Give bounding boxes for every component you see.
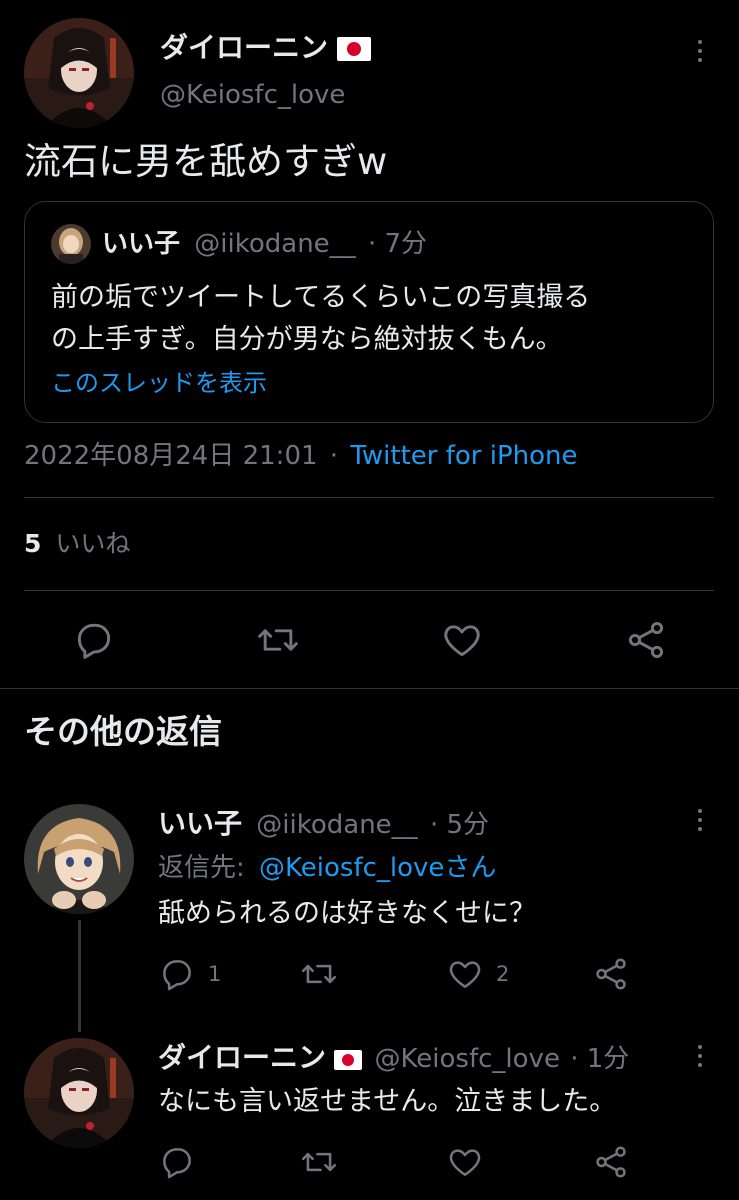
quoted-text-line-1: 前の垢でツイートしてるくらいこの写真撮る bbox=[51, 282, 591, 313]
reply-icon bbox=[77, 623, 111, 659]
reply-icon bbox=[163, 960, 191, 991]
author-display-name[interactable]: ダイローニン bbox=[160, 31, 328, 64]
reply-button[interactable] bbox=[158, 1142, 208, 1182]
quoted-author-avatar bbox=[51, 224, 91, 264]
section-separator bbox=[0, 688, 739, 689]
japan-flag-icon bbox=[336, 37, 371, 61]
retweet-button[interactable] bbox=[300, 1142, 350, 1182]
reply-display-name[interactable]: いい子 bbox=[158, 807, 242, 840]
share-button[interactable] bbox=[592, 1142, 630, 1182]
quoted-text-line-2: の上手すぎ。自分が男なら絶対抜くもん。 bbox=[51, 324, 563, 355]
reply-text: 舐められるのは好きなくせに？ bbox=[158, 898, 536, 929]
reply-handle[interactable]: @Keiosfc_love bbox=[375, 1044, 560, 1074]
reply-count: 1 bbox=[208, 962, 222, 986]
reply-time[interactable]: · 1分 bbox=[570, 1044, 629, 1074]
reply-header: ダイローニン @Keiosfc_love · 1分 bbox=[158, 1040, 629, 1077]
likes-count: 5 bbox=[24, 529, 42, 558]
author-handle[interactable]: @Keiosfc_love bbox=[160, 78, 345, 112]
more-icon[interactable] bbox=[688, 800, 712, 840]
share-button[interactable] bbox=[624, 618, 668, 662]
tweet-meta: 2022年08月24日 21:01 · Twitter for iPhone bbox=[24, 438, 578, 474]
share-icon bbox=[596, 958, 626, 990]
share-icon bbox=[596, 1146, 626, 1178]
quoted-handle: @iikodane__ bbox=[194, 229, 356, 259]
heart-icon bbox=[444, 625, 480, 657]
like-button[interactable] bbox=[440, 618, 484, 662]
author-avatar[interactable] bbox=[24, 18, 134, 128]
more-icon[interactable] bbox=[688, 1036, 712, 1076]
reply-header: いい子 @iikodane__ · 5分 bbox=[158, 806, 489, 843]
divider bbox=[24, 497, 714, 498]
other-replies-heading: その他の返信 bbox=[24, 712, 222, 751]
reply-icon bbox=[163, 1148, 191, 1179]
reply-avatar[interactable] bbox=[24, 1038, 134, 1148]
reply-text: なにも言い返せません。泣きました。 bbox=[158, 1086, 617, 1117]
share-icon bbox=[628, 622, 664, 658]
retweet-icon bbox=[301, 1152, 337, 1172]
tweet-source[interactable]: Twitter for iPhone bbox=[350, 441, 577, 471]
reply-to-label: 返信先: bbox=[158, 853, 245, 883]
meta-separator: · bbox=[329, 441, 339, 471]
quoted-header: いい子 @iikodane__ · 7分 bbox=[102, 227, 427, 261]
reply-time[interactable]: · 5分 bbox=[430, 810, 489, 840]
reply-button[interactable] bbox=[72, 618, 116, 662]
reply-to-line: 返信先: @Keiosfc_loveさん bbox=[158, 850, 496, 886]
divider bbox=[24, 590, 714, 591]
retweet-button[interactable] bbox=[300, 954, 350, 994]
reply-to-handle[interactable]: @Keiosfc_loveさん bbox=[259, 853, 496, 883]
likes-label: いいね bbox=[55, 529, 131, 558]
share-button[interactable] bbox=[592, 954, 630, 994]
retweet-button[interactable] bbox=[256, 618, 300, 662]
retweet-icon bbox=[258, 629, 298, 651]
heart-icon bbox=[449, 1149, 481, 1176]
tweet-text: 流石に男を舐めすぎw bbox=[24, 140, 388, 183]
like-button[interactable] bbox=[446, 1142, 496, 1182]
quoted-time: · 7分 bbox=[367, 229, 428, 259]
reply-display-name[interactable]: ダイローニン bbox=[158, 1041, 326, 1074]
like-button[interactable]: 2 bbox=[446, 954, 509, 994]
author-name-row[interactable]: ダイローニン bbox=[160, 30, 371, 66]
more-icon[interactable] bbox=[688, 31, 712, 71]
show-thread-link[interactable]: このスレッドを表示 bbox=[51, 367, 267, 399]
reply-handle[interactable]: @iikodane__ bbox=[256, 810, 417, 840]
like-count: 2 bbox=[496, 962, 510, 986]
reply-thread-line bbox=[78, 920, 81, 1032]
japan-flag-icon bbox=[334, 1049, 363, 1070]
quoted-display-name: いい子 bbox=[102, 229, 181, 259]
retweet-icon bbox=[301, 964, 337, 984]
heart-icon bbox=[449, 961, 481, 988]
tweet-datetime[interactable]: 2022年08月24日 21:01 bbox=[24, 441, 318, 471]
likes-stat[interactable]: 5 いいね bbox=[24, 527, 130, 561]
reply-button[interactable]: 1 bbox=[158, 954, 221, 994]
reply-avatar[interactable] bbox=[24, 804, 134, 914]
